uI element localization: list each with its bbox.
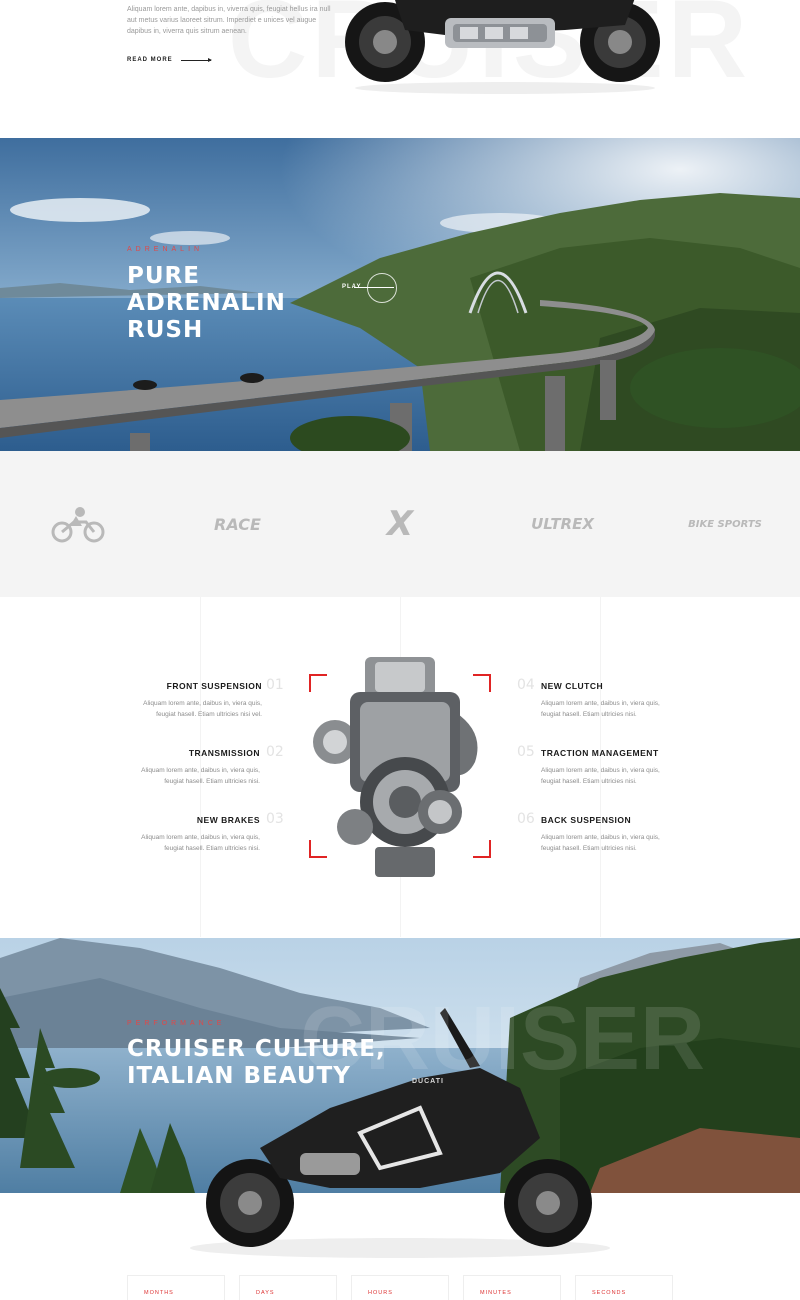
title-line: ADRENALIN [127, 290, 286, 316]
feature-transmission: TRANSMISSION Aliquam lorem ante, daibus … [110, 748, 260, 787]
read-more-label: READ MORE [127, 57, 173, 63]
feature-description: Aliquam lorem ante, daibus in, viera qui… [541, 832, 691, 854]
performance-title: CRUISER CULTURE, ITALIAN BEAUTY [127, 1036, 386, 1090]
feature-desc-line: feugiat hasell. Etiam ultricies nisi. [541, 711, 637, 718]
feature-desc-line: Aliquam lorem ante, daibus in, viera qui… [541, 767, 660, 774]
countdown-minutes: MINUTES [463, 1275, 561, 1300]
feature-desc-line: feugiat hasell. Etiam ultricies nisi. [541, 778, 637, 785]
play-video-button[interactable]: PLAY [342, 273, 397, 303]
feature-desc-line: feugiat hasell. Etiam ultricies nisi. [164, 778, 260, 785]
feature-traction-management: TRACTION MANAGEMENT Aliquam lorem ante, … [541, 748, 691, 787]
feature-number: 06 [517, 811, 535, 827]
feature-desc-line: feugiat hasell. Etiam ultricies nisi. [164, 845, 260, 852]
feature-description: Aliquam lorem ante, daibus in, viera qui… [112, 698, 262, 720]
feature-back-suspension: BACK SUSPENSION Aliquam lorem ante, daib… [541, 815, 691, 854]
countdown-label: MINUTES [480, 1290, 512, 1296]
countdown-hours: HOURS [351, 1275, 449, 1300]
feature-desc-line: feugiat hasell. Etiam ultricies nisi vel… [156, 711, 262, 718]
feature-description: Aliquam lorem ante, daibus in, viera qui… [541, 698, 691, 720]
feature-title: NEW CLUTCH [541, 681, 604, 691]
brand-ultrex[interactable]: ULTREX [510, 451, 615, 597]
race-logo-text: RACE [214, 514, 261, 534]
performance-banner: CRUISER PERFORMANCE CRUISER CULTURE, ITA… [0, 938, 800, 1300]
feature-desc-line: Aliquam lorem ante, daibus in, viera qui… [541, 834, 660, 841]
countdown: MONTHS DAYS HOURS MINUTES SECONDS [127, 1275, 673, 1300]
feature-number: 02 [266, 744, 284, 760]
countdown-seconds: SECONDS [575, 1275, 673, 1300]
moto-rider-logo-icon [51, 507, 104, 543]
x-logo-text: X [386, 504, 414, 544]
bridge-landscape-image [0, 138, 800, 451]
bike-sports-logo-text: BIKE SPORTS [688, 518, 762, 530]
feature-desc-line: Aliquam lorem ante, daibus in, viera qui… [541, 700, 660, 707]
bike-brand-label: DUCATI [412, 1078, 444, 1085]
feature-description: Aliquam lorem ante, daibus in, viera qui… [110, 832, 260, 854]
title-line: RUSH [127, 317, 204, 343]
countdown-days: DAYS [239, 1275, 337, 1300]
brand-race[interactable]: RACE [180, 451, 295, 597]
read-more-link[interactable]: READ MORE [127, 57, 212, 63]
intro-section: CRUISER Aliquam lorem ante, dapibus in, … [0, 0, 800, 138]
brand-logos: RACE X ULTREX BIKE SPORTS [0, 451, 800, 597]
feature-title: BACK SUSPENSION [541, 815, 632, 825]
intro-paragraph: Aliquam lorem ante, dapibus in, viverra … [127, 6, 331, 35]
motorcycle-image [345, 0, 660, 94]
feature-title: TRACTION MANAGEMENT [541, 748, 659, 758]
title-line: CRUISER CULTURE, [127, 1036, 386, 1062]
feature-title: FRONT SUSPENSION [166, 681, 262, 691]
features-section: FRONT SUSPENSION Aliquam lorem ante, dai… [0, 597, 800, 937]
countdown-months: MONTHS [127, 1275, 225, 1300]
feature-new-brakes: NEW BRAKES Aliquam lorem ante, daibus in… [110, 815, 260, 854]
performance-kicker: PERFORMANCE [127, 1020, 226, 1027]
adrenalin-title: PURE ADRENALIN RUSH [127, 263, 286, 344]
title-line: PURE [127, 263, 200, 289]
brand-moto-rider[interactable] [40, 451, 115, 597]
feature-desc-line: Aliquam lorem ante, daibus in, viera qui… [141, 834, 260, 841]
feature-desc-line: feugiat hasell. Etiam ultricies nisi. [541, 845, 637, 852]
feature-number: 04 [517, 677, 535, 693]
engine-image [313, 657, 478, 877]
feature-description: Aliquam lorem ante, daibus in, viera qui… [541, 765, 691, 787]
feature-number: 01 [266, 677, 284, 693]
countdown-label: DAYS [256, 1290, 275, 1296]
feature-number: 05 [517, 744, 535, 760]
feature-number: 03 [266, 811, 284, 827]
feature-title: TRANSMISSION [188, 748, 260, 758]
brand-x[interactable]: X [370, 451, 430, 597]
feature-new-clutch: NEW CLUTCH Aliquam lorem ante, daibus in… [541, 681, 691, 720]
feature-desc-line: Aliquam lorem ante, daibus in, viera qui… [141, 767, 260, 774]
title-line: ITALIAN BEAUTY [127, 1063, 351, 1089]
feature-front-suspension: FRONT SUSPENSION Aliquam lorem ante, dai… [112, 681, 262, 720]
countdown-label: HOURS [368, 1290, 393, 1296]
arrow-right-icon [180, 57, 212, 62]
ultrex-logo-text: ULTREX [531, 515, 594, 533]
countdown-label: SECONDS [592, 1290, 627, 1296]
countdown-label: MONTHS [144, 1290, 174, 1296]
feature-description: Aliquam lorem ante, daibus in, viera qui… [110, 765, 260, 787]
brand-bike-sports[interactable]: BIKE SPORTS [680, 451, 770, 597]
feature-desc-line: Aliquam lorem ante, daibus in, viera qui… [143, 700, 262, 707]
adrenalin-banner: ADRENALIN PURE ADRENALIN RUSH PLAY [0, 138, 800, 451]
play-circle-icon [367, 273, 397, 303]
adrenalin-kicker: ADRENALIN [127, 246, 204, 253]
feature-title: NEW BRAKES [196, 815, 260, 825]
